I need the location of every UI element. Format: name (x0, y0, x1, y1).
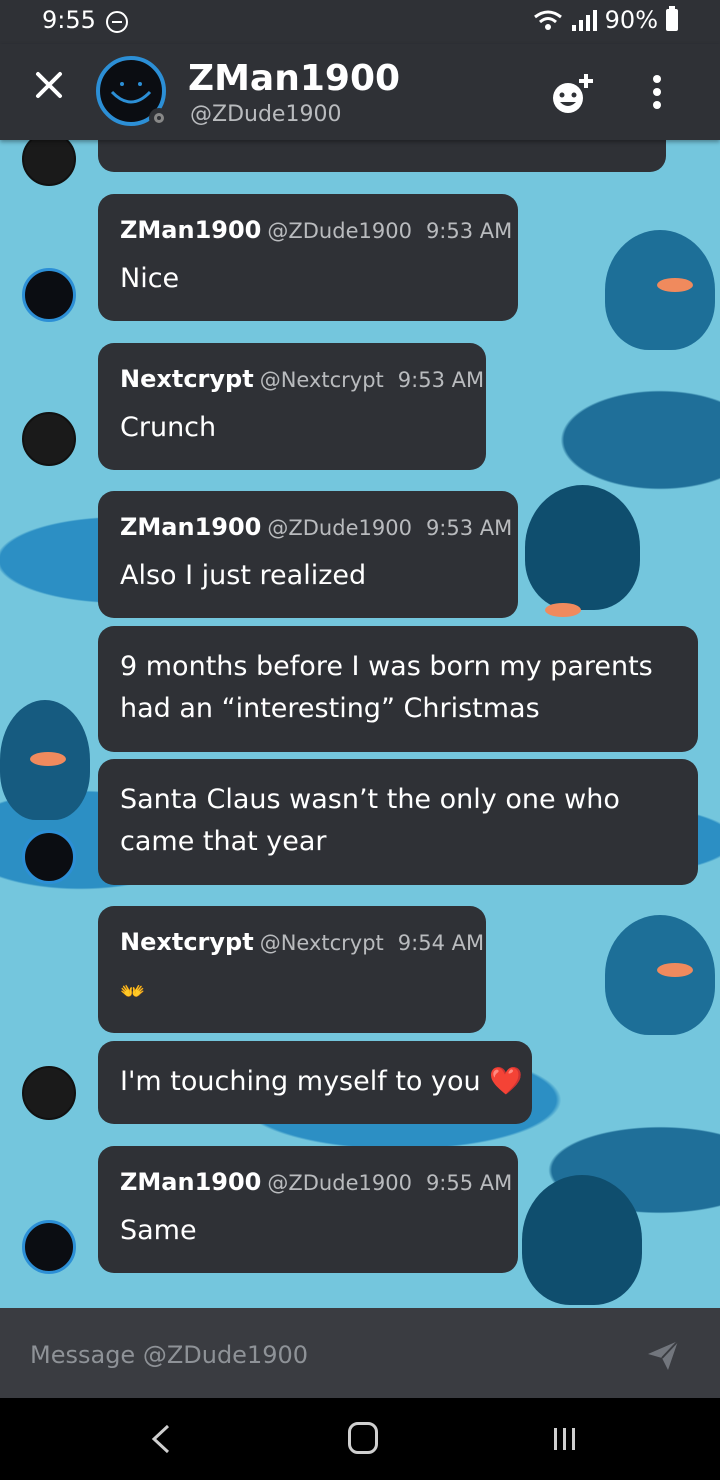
message-list[interactable]: ZMan1900 @ZDude1900 9:53 AM Nice Nextcrypt… (0, 140, 720, 1308)
background-penguin (605, 915, 715, 1035)
message-bubble[interactable]: ZMan1900 @ZDude1900 9:55 AM Same (98, 1146, 518, 1273)
avatar[interactable] (22, 140, 76, 186)
message-header: ZMan1900 @ZDude1900 9:53 AM (120, 513, 512, 541)
message-author[interactable]: ZMan1900 (120, 1168, 261, 1196)
signal-icon (571, 10, 597, 31)
avatar[interactable] (22, 412, 76, 466)
message-timestamp: 9:53 AM (397, 368, 485, 392)
message-timestamp: 9:55 AM (425, 1171, 513, 1195)
background-penguin (0, 700, 90, 820)
message-text: Also I just realized (120, 560, 367, 591)
dnd-icon (106, 11, 128, 33)
message-author[interactable]: Nextcrypt (120, 928, 254, 956)
nav-home-icon[interactable] (348, 1422, 378, 1454)
message-bubble[interactable] (98, 140, 666, 172)
battery-icon (666, 6, 678, 31)
add-friend-icon[interactable] (548, 72, 596, 116)
message-input[interactable] (28, 1334, 592, 1376)
status-indicators: 90% (533, 6, 678, 34)
message-handle: @ZDude1900 (267, 219, 412, 243)
wifi-icon (533, 10, 562, 30)
message-composer (0, 1308, 720, 1398)
message-header: Nextcrypt @Nextcrypt 9:53 AM (120, 365, 484, 393)
message-bubble[interactable]: ZMan1900 @ZDude1900 9:53 AM Nice (98, 194, 518, 321)
message-bubble[interactable]: Santa Claus wasn’t the only one who came… (98, 759, 698, 885)
message-timestamp: 9:53 AM (425, 219, 513, 243)
more-vertical-icon[interactable] (642, 72, 672, 112)
message-text: I'm touching myself to you ❤️ (120, 1066, 523, 1097)
offline-status-icon (149, 108, 169, 128)
message-author[interactable]: ZMan1900 (120, 216, 261, 244)
dm-header: ZMan1900 @ZDude1900 (0, 44, 720, 140)
message-bubble[interactable]: I'm touching myself to you ❤️ (98, 1041, 532, 1124)
nav-back-icon[interactable] (146, 1422, 176, 1456)
avatar[interactable] (22, 268, 76, 322)
avatar[interactable] (22, 1220, 76, 1274)
message-handle: @ZDude1900 (267, 516, 412, 540)
header-handle: @ZDude1900 (190, 102, 342, 127)
message-text: 9 months before I was born my parents (120, 651, 653, 682)
message-header: Nextcrypt @Nextcrypt 9:54 AM (120, 928, 484, 956)
message-timestamp: 9:54 AM (397, 931, 485, 955)
message-text: Crunch (120, 412, 217, 443)
nav-recent-icon[interactable] (550, 1424, 580, 1454)
send-icon[interactable] (646, 1338, 680, 1372)
avatar[interactable] (22, 1066, 76, 1120)
background-penguin (605, 230, 715, 350)
message-timestamp: 9:53 AM (425, 516, 513, 540)
message-author[interactable]: Nextcrypt (120, 365, 254, 393)
message-header: ZMan1900 @ZDude1900 9:53 AM (120, 216, 512, 244)
message-text: Nice (120, 263, 180, 294)
battery-percent: 90% (604, 6, 658, 34)
system-nav-bar (0, 1398, 720, 1480)
message-handle: @Nextcrypt (259, 368, 384, 392)
message-text: Santa Claus wasn’t the only one who (120, 784, 620, 815)
message-handle: @Nextcrypt (259, 931, 384, 955)
message-text: Same (120, 1215, 197, 1246)
message-bubble[interactable]: Nextcrypt @Nextcrypt 9:54 AM 👐 (98, 906, 486, 1033)
message-author[interactable]: ZMan1900 (120, 513, 261, 541)
message-emoji: 👐 (120, 979, 145, 1003)
close-icon[interactable] (30, 66, 68, 104)
status-bar: 9:55 90% (0, 0, 720, 44)
message-bubble[interactable]: 9 months before I was born my parents ha… (98, 626, 698, 752)
message-text: had an “interesting” Christmas (120, 693, 540, 724)
message-bubble[interactable]: Nextcrypt @Nextcrypt 9:53 AM Crunch (98, 343, 486, 470)
message-bubble[interactable]: ZMan1900 @ZDude1900 9:53 AM Also I just re… (98, 491, 518, 618)
background-penguin (525, 485, 640, 617)
message-header: ZMan1900 @ZDude1900 9:55 AM (120, 1168, 512, 1196)
avatar[interactable] (22, 830, 76, 884)
background-penguin (522, 1175, 642, 1305)
message-handle: @ZDude1900 (267, 1171, 412, 1195)
message-text: came that year (120, 826, 327, 857)
status-time: 9:55 (42, 6, 96, 34)
header-username: ZMan1900 (188, 58, 401, 99)
